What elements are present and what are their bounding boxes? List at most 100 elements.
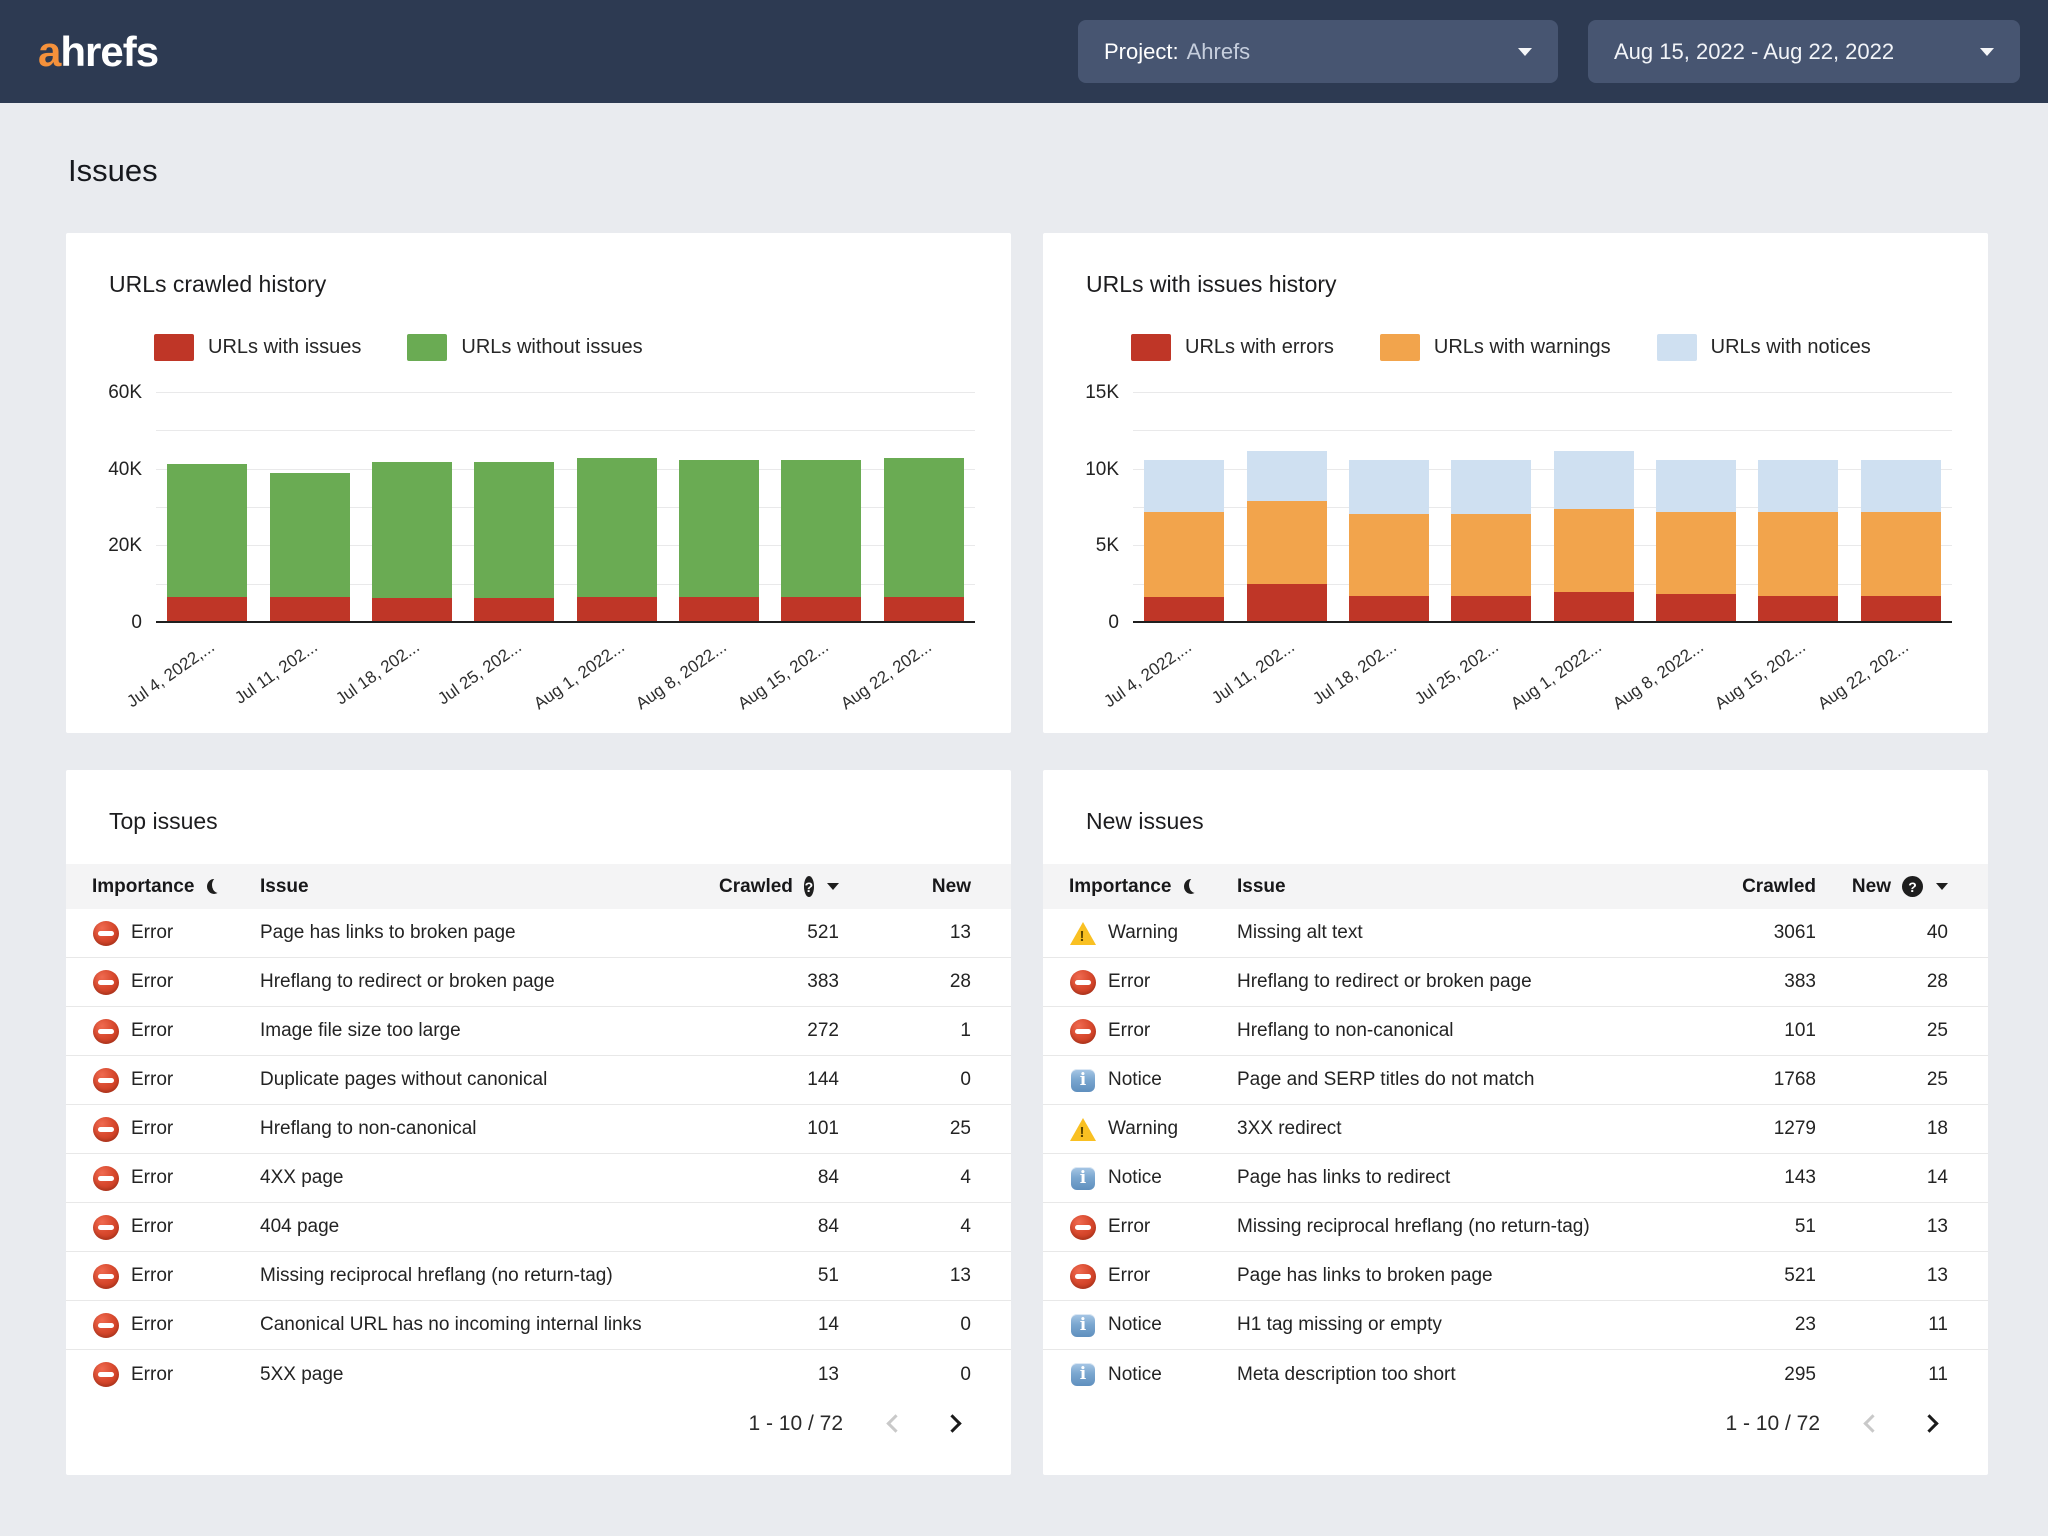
table-row[interactable]: Error 404 page 84 4 xyxy=(66,1203,1011,1252)
crawled-count: 101 xyxy=(1784,1020,1816,1041)
stacked-bar[interactable] xyxy=(1758,460,1839,621)
prev-page-icon[interactable] xyxy=(1863,1414,1882,1433)
table-row[interactable]: Warning Missing alt text 3061 40 xyxy=(1043,909,1988,958)
bar-segment[interactable] xyxy=(781,460,862,597)
table-row[interactable]: Error Hreflang to redirect or broken pag… xyxy=(66,958,1011,1007)
ahrefs-logo[interactable]: ahrefs xyxy=(38,28,159,76)
crawled-count: 51 xyxy=(1794,1216,1816,1237)
help-icon[interactable] xyxy=(803,876,814,897)
table-row[interactable]: Error Page has links to broken page 521 … xyxy=(66,909,1011,958)
table-row[interactable]: Error Image file size too large 272 1 xyxy=(66,1007,1011,1056)
stacked-bar[interactable] xyxy=(1656,460,1737,621)
bar-segment[interactable] xyxy=(1758,460,1839,513)
bar-segment[interactable] xyxy=(1860,512,1941,597)
bar-segment[interactable] xyxy=(679,460,760,598)
notice-icon xyxy=(1069,1067,1097,1094)
next-page-icon[interactable] xyxy=(1920,1414,1939,1433)
bar-segment[interactable] xyxy=(1758,512,1839,597)
stacked-bar[interactable] xyxy=(1144,460,1225,621)
bar-segment[interactable] xyxy=(1656,594,1737,621)
stacked-bar[interactable] xyxy=(1348,460,1429,621)
stacked-bar[interactable] xyxy=(781,460,862,621)
help-icon[interactable] xyxy=(1902,876,1923,897)
table-row[interactable]: Error Missing reciprocal hreflang (no re… xyxy=(66,1252,1011,1301)
project-dropdown[interactable]: Project: Ahrefs xyxy=(1078,20,1558,83)
stacked-bar[interactable] xyxy=(1860,460,1941,621)
table-row[interactable]: Error Hreflang to non-canonical 101 25 xyxy=(1043,1007,1988,1056)
column-header-crawled[interactable]: Crawled xyxy=(719,876,793,898)
bar-segment[interactable] xyxy=(1246,501,1327,585)
table-row[interactable]: Error Hreflang to non-canonical 101 25 xyxy=(66,1105,1011,1154)
table-row[interactable]: Error Hreflang to redirect or broken pag… xyxy=(1043,958,1988,1007)
bar-segment[interactable] xyxy=(371,461,452,598)
bar-segment[interactable] xyxy=(167,463,248,598)
bar-segment[interactable] xyxy=(371,598,452,621)
prev-page-icon[interactable] xyxy=(886,1414,905,1433)
table-row[interactable]: Error Page has links to broken page 521 … xyxy=(1043,1252,1988,1301)
table-row[interactable]: Error Duplicate pages without canonical … xyxy=(66,1056,1011,1105)
crawled-count: 272 xyxy=(807,1020,839,1041)
bar-segment[interactable] xyxy=(1144,597,1225,621)
stacked-bar[interactable] xyxy=(679,460,760,621)
bar-segment[interactable] xyxy=(1553,509,1634,592)
bar-segment[interactable] xyxy=(883,458,964,597)
sort-desc-icon[interactable] xyxy=(1936,883,1948,890)
bar-segment[interactable] xyxy=(1246,584,1327,621)
bar-segment[interactable] xyxy=(474,461,555,599)
date-range-dropdown[interactable]: Aug 15, 2022 - Aug 22, 2022 xyxy=(1588,20,2020,83)
bar-segment[interactable] xyxy=(576,458,657,598)
bar-segment[interactable] xyxy=(269,596,350,621)
bar-segment[interactable] xyxy=(1144,512,1225,598)
table-row[interactable]: Notice Page has links to redirect 143 14 xyxy=(1043,1154,1988,1203)
bar-segment[interactable] xyxy=(1246,450,1327,502)
stacked-bar[interactable] xyxy=(576,458,657,621)
bar-segment[interactable] xyxy=(167,597,248,621)
column-header-importance[interactable]: Importance xyxy=(1069,876,1171,898)
bar-segment[interactable] xyxy=(1860,460,1941,513)
stacked-bar[interactable] xyxy=(1451,460,1532,621)
bar-segment[interactable] xyxy=(1656,512,1737,595)
table-row[interactable]: Notice Meta description too short 295 11 xyxy=(1043,1350,1988,1399)
bar-segment[interactable] xyxy=(883,596,964,621)
stacked-bar[interactable] xyxy=(371,461,452,621)
table-row[interactable]: Error 4XX page 84 4 xyxy=(66,1154,1011,1203)
stacked-bar[interactable] xyxy=(1553,450,1634,621)
table-row[interactable]: Error Missing reciprocal hreflang (no re… xyxy=(1043,1203,1988,1252)
stacked-bar[interactable] xyxy=(167,463,248,621)
bar-segment[interactable] xyxy=(1553,450,1634,510)
bar-segment[interactable] xyxy=(269,473,350,597)
bar-segment[interactable] xyxy=(474,598,555,621)
bar-segment[interactable] xyxy=(1451,595,1532,621)
bar-segment[interactable] xyxy=(1348,460,1429,514)
bar-segment[interactable] xyxy=(1348,596,1429,621)
table-row[interactable]: Notice H1 tag missing or empty 23 11 xyxy=(1043,1301,1988,1350)
sort-desc-icon[interactable] xyxy=(827,883,839,890)
bar-segment[interactable] xyxy=(1758,596,1839,621)
table-row[interactable]: Error 5XX page 13 0 xyxy=(66,1350,1011,1399)
stacked-bar[interactable] xyxy=(269,473,350,621)
table-row[interactable]: Warning 3XX redirect 1279 18 xyxy=(1043,1105,1988,1154)
bar-segment[interactable] xyxy=(679,597,760,621)
bar-segment[interactable] xyxy=(781,596,862,621)
bar-segment[interactable] xyxy=(1553,591,1634,621)
column-header-crawled[interactable]: Crawled xyxy=(1696,876,1816,898)
table-row[interactable]: Notice Page and SERP titles do not match… xyxy=(1043,1056,1988,1105)
column-header-new[interactable]: New xyxy=(1852,876,1891,898)
column-header-issue[interactable]: Issue xyxy=(260,876,719,898)
bar-segment[interactable] xyxy=(1144,460,1225,513)
bar-segment[interactable] xyxy=(1451,513,1532,596)
stacked-bar[interactable] xyxy=(474,461,555,621)
bar-segment[interactable] xyxy=(1348,513,1429,597)
column-header-issue[interactable]: Issue xyxy=(1237,876,1696,898)
stacked-bar[interactable] xyxy=(1246,450,1327,621)
stacked-bar[interactable] xyxy=(883,458,964,621)
bar-segment[interactable] xyxy=(1656,460,1737,513)
bar-segment[interactable] xyxy=(576,597,657,621)
table-row[interactable]: Error Canonical URL has no incoming inte… xyxy=(66,1301,1011,1350)
column-header-importance[interactable]: Importance xyxy=(92,876,194,898)
importance-label: Error xyxy=(1108,1020,1151,1041)
bar-segment[interactable] xyxy=(1860,596,1941,621)
bar-segment[interactable] xyxy=(1451,460,1532,514)
next-page-icon[interactable] xyxy=(943,1414,962,1433)
column-header-new[interactable]: New xyxy=(839,876,971,898)
